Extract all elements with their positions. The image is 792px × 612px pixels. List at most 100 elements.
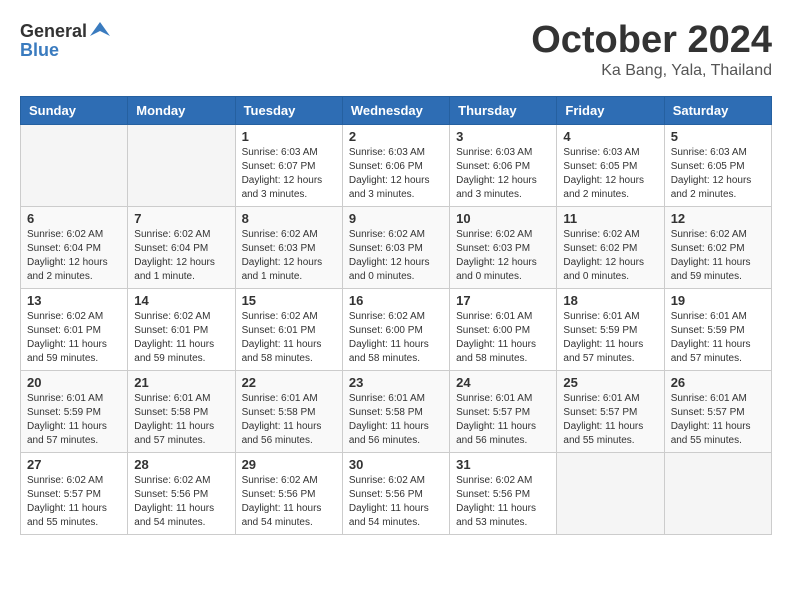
day-number: 23: [349, 375, 443, 390]
calendar-cell: 5 Sunrise: 6:03 AM Sunset: 6:05 PM Daylig…: [664, 124, 771, 206]
location-title: Ka Bang, Yala, Thailand: [531, 62, 772, 80]
calendar-cell: 20Sunrise: 6:01 AM Sunset: 5:59 PM Dayli…: [21, 370, 128, 452]
day-number: 29: [242, 457, 336, 472]
logo-general-text: General: [20, 21, 87, 42]
day-info: Sunrise: 6:01 AM Sunset: 5:57 PM Dayligh…: [671, 392, 765, 448]
day-number: 8: [242, 211, 336, 226]
day-info: Sunrise: 6:02 AM Sunset: 5:56 PM Dayligh…: [134, 474, 228, 530]
day-number: 14: [134, 293, 228, 308]
weekday-header-friday: Friday: [557, 96, 664, 124]
calendar-cell: 21 Sunrise: 6:01 AM Sunset: 5:58 PM Dayli…: [128, 370, 235, 452]
logo-blue-text: Blue: [20, 40, 110, 61]
day-info: Sunrise: 6:01 AM Sunset: 6:00 PM Dayligh…: [456, 310, 550, 366]
calendar-week-1: 1Sunrise: 6:03 AM Sunset: 6:07 PM Daylig…: [21, 124, 772, 206]
calendar-cell: 17 Sunrise: 6:01 AM Sunset: 6:00 PM Dayli…: [450, 288, 557, 370]
day-number: 15: [242, 293, 336, 308]
calendar-cell: 23 Sunrise: 6:01 AM Sunset: 5:58 PM Dayli…: [342, 370, 449, 452]
day-number: 12: [671, 211, 765, 226]
day-number: 21: [134, 375, 228, 390]
day-number: 13: [27, 293, 121, 308]
day-info: Sunrise: 6:02 AM Sunset: 5:56 PM Dayligh…: [349, 474, 443, 530]
calendar-cell: 29 Sunrise: 6:02 AM Sunset: 5:56 PM Dayli…: [235, 452, 342, 534]
calendar-body: 1Sunrise: 6:03 AM Sunset: 6:07 PM Daylig…: [21, 124, 772, 534]
calendar-cell: 15 Sunrise: 6:02 AM Sunset: 6:01 PM Dayli…: [235, 288, 342, 370]
day-info: Sunrise: 6:02 AM Sunset: 5:57 PM Dayligh…: [27, 474, 121, 530]
calendar-cell: [557, 452, 664, 534]
day-info: Sunrise: 6:01 AM Sunset: 5:58 PM Dayligh…: [349, 392, 443, 448]
day-number: 24: [456, 375, 550, 390]
day-info: Sunrise: 6:02 AM Sunset: 6:03 PM Dayligh…: [242, 228, 336, 284]
calendar-cell: [21, 124, 128, 206]
calendar-week-2: 6Sunrise: 6:02 AM Sunset: 6:04 PM Daylig…: [21, 206, 772, 288]
weekday-header-thursday: Thursday: [450, 96, 557, 124]
day-number: 26: [671, 375, 765, 390]
calendar-cell: 24 Sunrise: 6:01 AM Sunset: 5:57 PM Dayli…: [450, 370, 557, 452]
day-number: 18: [563, 293, 657, 308]
calendar-cell: 4 Sunrise: 6:03 AM Sunset: 6:05 PM Daylig…: [557, 124, 664, 206]
calendar-cell: 13 Sunrise: 6:02 AM Sunset: 6:01 PM Dayli…: [21, 288, 128, 370]
calendar-cell: 31Sunrise: 6:02 AM Sunset: 5:56 PM Dayli…: [450, 452, 557, 534]
month-title: October 2024: [531, 20, 772, 62]
day-number: 31: [456, 457, 550, 472]
day-info: Sunrise: 6:02 AM Sunset: 6:01 PM Dayligh…: [27, 310, 121, 366]
calendar-cell: [664, 452, 771, 534]
day-number: 11: [563, 211, 657, 226]
calendar-cell: 30Sunrise: 6:02 AM Sunset: 5:56 PM Dayli…: [342, 452, 449, 534]
day-info: Sunrise: 6:03 AM Sunset: 6:05 PM Dayligh…: [671, 146, 765, 202]
day-number: 27: [27, 457, 121, 472]
day-number: 25: [563, 375, 657, 390]
calendar-cell: 18 Sunrise: 6:01 AM Sunset: 5:59 PM Dayli…: [557, 288, 664, 370]
day-number: 19: [671, 293, 765, 308]
day-number: 2: [349, 129, 443, 144]
day-info: Sunrise: 6:02 AM Sunset: 6:02 PM Dayligh…: [563, 228, 657, 284]
calendar-cell: 2 Sunrise: 6:03 AM Sunset: 6:06 PM Daylig…: [342, 124, 449, 206]
day-info: Sunrise: 6:01 AM Sunset: 5:59 PM Dayligh…: [27, 392, 121, 448]
calendar-week-4: 20Sunrise: 6:01 AM Sunset: 5:59 PM Dayli…: [21, 370, 772, 452]
day-info: Sunrise: 6:01 AM Sunset: 5:58 PM Dayligh…: [242, 392, 336, 448]
calendar-cell: [128, 124, 235, 206]
day-info: Sunrise: 6:02 AM Sunset: 6:04 PM Dayligh…: [134, 228, 228, 284]
day-info: Sunrise: 6:01 AM Sunset: 5:59 PM Dayligh…: [671, 310, 765, 366]
logo: General Blue: [20, 20, 110, 61]
day-info: Sunrise: 6:02 AM Sunset: 6:02 PM Dayligh…: [671, 228, 765, 284]
day-number: 5: [671, 129, 765, 144]
calendar-week-5: 27 Sunrise: 6:02 AM Sunset: 5:57 PM Dayli…: [21, 452, 772, 534]
calendar-week-3: 13 Sunrise: 6:02 AM Sunset: 6:01 PM Dayli…: [21, 288, 772, 370]
weekday-header-monday: Monday: [128, 96, 235, 124]
day-info: Sunrise: 6:01 AM Sunset: 5:57 PM Dayligh…: [456, 392, 550, 448]
calendar-cell: 19 Sunrise: 6:01 AM Sunset: 5:59 PM Dayli…: [664, 288, 771, 370]
calendar-cell: 7 Sunrise: 6:02 AM Sunset: 6:04 PM Daylig…: [128, 206, 235, 288]
day-number: 22: [242, 375, 336, 390]
day-info: Sunrise: 6:03 AM Sunset: 6:06 PM Dayligh…: [349, 146, 443, 202]
calendar-cell: 22 Sunrise: 6:01 AM Sunset: 5:58 PM Dayli…: [235, 370, 342, 452]
calendar-cell: 27 Sunrise: 6:02 AM Sunset: 5:57 PM Dayli…: [21, 452, 128, 534]
day-number: 4: [563, 129, 657, 144]
calendar-cell: 25Sunrise: 6:01 AM Sunset: 5:57 PM Dayli…: [557, 370, 664, 452]
calendar-cell: 28 Sunrise: 6:02 AM Sunset: 5:56 PM Dayli…: [128, 452, 235, 534]
day-info: Sunrise: 6:03 AM Sunset: 6:05 PM Dayligh…: [563, 146, 657, 202]
day-info: Sunrise: 6:01 AM Sunset: 5:59 PM Dayligh…: [563, 310, 657, 366]
calendar-cell: 1Sunrise: 6:03 AM Sunset: 6:07 PM Daylig…: [235, 124, 342, 206]
weekday-header-sunday: Sunday: [21, 96, 128, 124]
calendar-table: SundayMondayTuesdayWednesdayThursdayFrid…: [20, 96, 772, 535]
day-info: Sunrise: 6:02 AM Sunset: 6:00 PM Dayligh…: [349, 310, 443, 366]
title-block: October 2024 Ka Bang, Yala, Thailand: [531, 20, 772, 80]
day-number: 28: [134, 457, 228, 472]
day-info: Sunrise: 6:02 AM Sunset: 6:01 PM Dayligh…: [134, 310, 228, 366]
day-number: 17: [456, 293, 550, 308]
weekday-header-wednesday: Wednesday: [342, 96, 449, 124]
calendar-cell: 3Sunrise: 6:03 AM Sunset: 6:06 PM Daylig…: [450, 124, 557, 206]
day-info: Sunrise: 6:02 AM Sunset: 5:56 PM Dayligh…: [242, 474, 336, 530]
day-number: 9: [349, 211, 443, 226]
calendar-cell: 8 Sunrise: 6:02 AM Sunset: 6:03 PM Daylig…: [235, 206, 342, 288]
day-info: Sunrise: 6:01 AM Sunset: 5:58 PM Dayligh…: [134, 392, 228, 448]
calendar-header-row: SundayMondayTuesdayWednesdayThursdayFrid…: [21, 96, 772, 124]
calendar-cell: 11 Sunrise: 6:02 AM Sunset: 6:02 PM Dayli…: [557, 206, 664, 288]
weekday-header-saturday: Saturday: [664, 96, 771, 124]
calendar-cell: 14 Sunrise: 6:02 AM Sunset: 6:01 PM Dayli…: [128, 288, 235, 370]
page-header: General Blue October 2024 Ka Bang, Yala,…: [20, 20, 772, 80]
day-info: Sunrise: 6:03 AM Sunset: 6:06 PM Dayligh…: [456, 146, 550, 202]
day-number: 7: [134, 211, 228, 226]
day-info: Sunrise: 6:02 AM Sunset: 6:03 PM Dayligh…: [456, 228, 550, 284]
day-info: Sunrise: 6:02 AM Sunset: 6:01 PM Dayligh…: [242, 310, 336, 366]
